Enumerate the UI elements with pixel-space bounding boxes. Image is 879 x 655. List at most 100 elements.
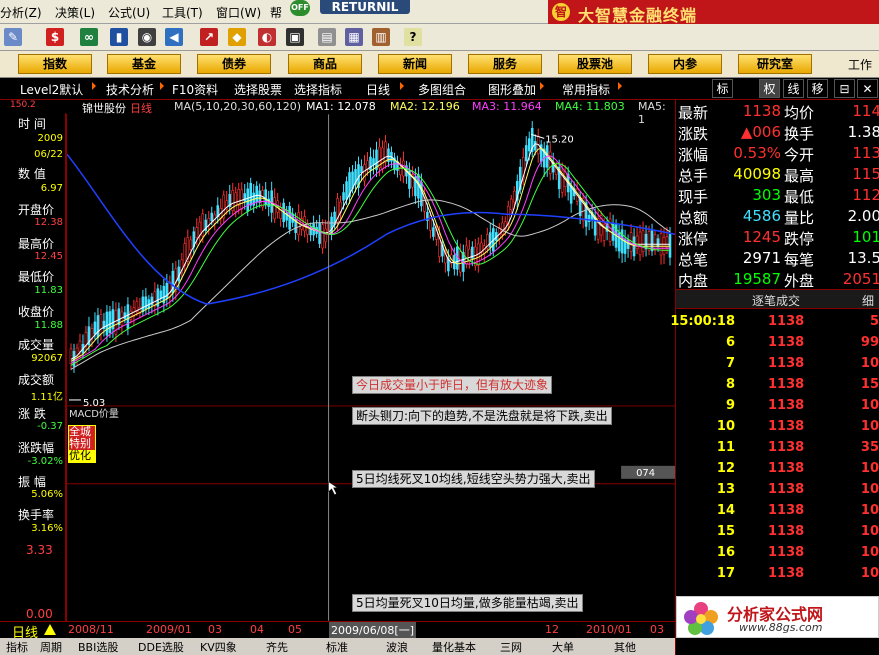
btab[interactable]: 大单	[552, 639, 574, 655]
tick-volume: 10	[860, 398, 879, 413]
speaker-icon[interactable]: ◀	[165, 28, 183, 46]
marker-value: 074	[636, 468, 655, 479]
rtab-mark[interactable]: 标	[712, 79, 733, 98]
menu-window[interactable]: 窗口(W)	[216, 4, 261, 21]
nav-index-button[interactable]: 指数	[18, 54, 92, 74]
date-tick: 2008/11	[68, 623, 114, 636]
tick-volume: 15	[860, 377, 879, 392]
quote-key: 总额	[678, 209, 709, 227]
quote-value: 1.38	[847, 123, 879, 141]
tick-header-detail[interactable]: 细	[862, 292, 874, 309]
quote-value: 0.53%	[733, 144, 781, 162]
nav-stockpool-button[interactable]: 股票池	[558, 54, 632, 74]
tick-volume: 99	[860, 335, 879, 350]
brand-title: 大智慧金融终端	[578, 6, 698, 25]
btab[interactable]: 齐先	[266, 639, 288, 655]
diamond-icon[interactable]: ◆	[228, 28, 246, 46]
nav-research-button[interactable]: 研究室	[738, 54, 812, 74]
brand-banner: 智 大智慧金融终端	[548, 0, 879, 25]
quote-key: 现手	[678, 188, 709, 206]
btab[interactable]: 标准	[326, 639, 348, 655]
rtab-line[interactable]: 线	[783, 79, 804, 98]
btab[interactable]: 其他	[614, 639, 636, 655]
tab-daily[interactable]: 日线	[366, 81, 390, 98]
window-icon[interactable]: ▦	[345, 28, 363, 46]
menu-decision[interactable]: 决策(L)	[55, 4, 95, 21]
quote-key: 最高	[784, 167, 815, 185]
candle-body	[321, 224, 324, 249]
btab[interactable]: 三网	[500, 639, 522, 655]
value-value: 6.97	[40, 183, 63, 194]
arrow-icon[interactable]: ↗	[200, 28, 218, 46]
tab-multi[interactable]: 多图组合	[418, 81, 466, 98]
axis-low-value: 0.00	[26, 607, 53, 621]
tick-time: 11	[716, 440, 735, 455]
btab[interactable]: BBI选股	[78, 639, 118, 655]
off-badge[interactable]: OFF	[290, 0, 310, 16]
doc-icon[interactable]: ▤	[318, 28, 336, 46]
btab[interactable]: 周期	[40, 639, 62, 655]
btab[interactable]: DDE选股	[138, 639, 184, 655]
btab[interactable]: 指标	[6, 639, 28, 655]
rtab-close-icon[interactable]: ✕	[857, 79, 878, 98]
tick-volume: 10	[860, 524, 879, 539]
nav-bond-button[interactable]: 债券	[197, 54, 271, 74]
pen-icon[interactable]: ✎	[4, 28, 22, 46]
nav-insider-button[interactable]: 内参	[648, 54, 722, 74]
tab-level2[interactable]: Level2默认	[20, 81, 83, 98]
change-label: 涨 跌	[18, 407, 46, 421]
nav-work-link[interactable]: 工作	[848, 56, 872, 73]
volume-label: 成交量	[18, 338, 55, 352]
date-axis-bar: 日线 2008/11 2009/01 03 04 05 2009/06/08[一…	[0, 621, 675, 641]
tab-common[interactable]: 常用指标	[562, 81, 610, 98]
tab-select-stock[interactable]: 选择股票	[234, 81, 282, 98]
tick-volume: 10	[860, 566, 879, 581]
btab[interactable]: 量化基本	[432, 639, 476, 655]
quote-key: 换手	[784, 125, 815, 143]
period-arrow-icon[interactable]	[44, 624, 56, 635]
rtab-weight[interactable]: 权	[759, 79, 780, 98]
tab-select-indicator[interactable]: 选择指标	[294, 81, 342, 98]
quote-key: 涨幅	[678, 146, 709, 164]
binoculars-icon[interactable]: ◉	[138, 28, 156, 46]
car-icon[interactable]: ◐	[258, 28, 276, 46]
menu-analysis[interactable]: 分析(Z)	[0, 4, 42, 21]
menu-formula[interactable]: 公式(U)	[108, 4, 150, 21]
quote-key: 内盘	[678, 272, 709, 290]
change-value: -0.37	[37, 421, 63, 432]
help-pointer-icon[interactable]: ?	[404, 28, 422, 46]
tick-volume: 10	[860, 482, 879, 497]
return-button[interactable]: RETURNIL	[320, 0, 410, 14]
bar-chart-icon[interactable]: ▮	[110, 28, 128, 46]
toolbar: ✎ $ ∞ ▮ ◉ ◀ ↗ ◆ ◐ ▣ ▤ ▦ ▥ ?	[0, 24, 879, 51]
btab[interactable]: KV四象	[200, 639, 237, 655]
candle-body	[647, 231, 651, 251]
rtab-move[interactable]: 移	[807, 79, 828, 98]
tab-row: Level2默认 技术分析 F10资料 选择股票 选择指标 日线 多图组合 图形…	[0, 78, 879, 100]
menu-tools[interactable]: 工具(T)	[162, 4, 203, 21]
hd-icon[interactable]: ▣	[286, 28, 304, 46]
books-icon[interactable]: ▥	[372, 28, 390, 46]
tick-time: 14	[716, 503, 735, 518]
glasses-icon[interactable]: ∞	[80, 28, 98, 46]
btab[interactable]: 波浪	[386, 639, 408, 655]
tick-price: 1138	[768, 566, 805, 581]
menu-help[interactable]: 帮	[270, 4, 282, 21]
ma-line	[70, 199, 671, 370]
tab-overlay[interactable]: 图形叠加	[488, 81, 536, 98]
nav-commodity-button[interactable]: 商品	[288, 54, 362, 74]
rtab-restore-icon[interactable]: ⊟	[834, 79, 855, 98]
candle-body	[384, 141, 387, 163]
tab-tech[interactable]: 技术分析	[106, 81, 154, 98]
kline-chart[interactable]: 5.03 15.20 MACD价量 074	[66, 114, 675, 621]
tip-ma-cross: 5日均线死叉10均线,短线空头势力强大,卖出	[352, 470, 595, 488]
tab-f10[interactable]: F10资料	[172, 81, 218, 98]
tick-time: 10	[716, 419, 735, 434]
low-label: 最低价	[18, 270, 55, 284]
nav-service-button[interactable]: 服务	[468, 54, 542, 74]
nav-fund-button[interactable]: 基金	[107, 54, 181, 74]
nav-news-button[interactable]: 新闻	[378, 54, 452, 74]
tick-volume: 10	[860, 503, 879, 518]
dollar-icon[interactable]: $	[46, 28, 64, 46]
open-label: 开盘价	[18, 203, 55, 217]
